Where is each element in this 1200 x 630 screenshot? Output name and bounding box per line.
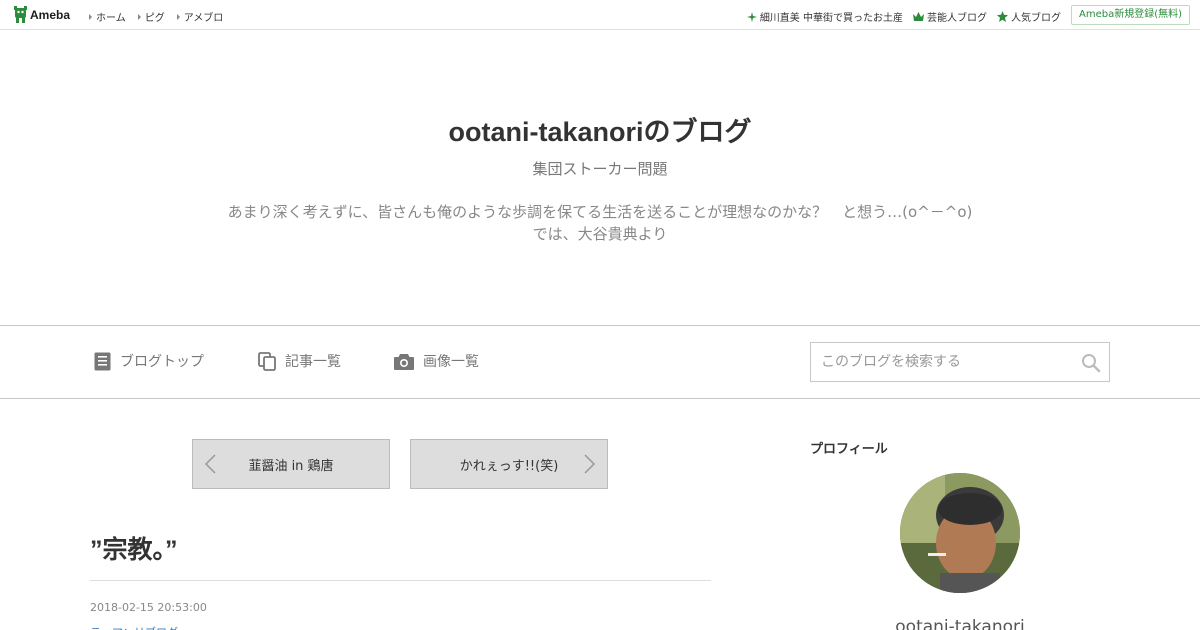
chevron-right-icon bbox=[584, 454, 596, 474]
logo-text: Ameba bbox=[30, 7, 71, 22]
nav-ameblo-label: アメブロ bbox=[183, 13, 224, 24]
star-icon bbox=[997, 11, 1008, 22]
next-article-label: かれぇっす!!(笑) bbox=[459, 458, 559, 474]
popular-blog-label: 人気ブログ bbox=[1011, 13, 1061, 24]
celebrity-blog-link[interactable]: 芸能人ブログ bbox=[913, 9, 987, 24]
blog-search-input[interactable] bbox=[811, 343, 1061, 381]
blog-search bbox=[810, 342, 1110, 382]
image-list-label: 画像一覧 bbox=[423, 354, 479, 370]
ameba-logo[interactable]: Ameba bbox=[14, 6, 70, 23]
ameba-logo-icon bbox=[14, 6, 27, 23]
global-header: Ameba ホーム ピグ アメブロ 細川直美 中華街で買ったお土産 芸能人ブログ… bbox=[0, 0, 1200, 30]
prev-article-button[interactable]: 韮醤油 in 鶏唐 bbox=[192, 439, 390, 489]
image-list-link[interactable]: 画像一覧 bbox=[394, 351, 479, 371]
sparkle-icon bbox=[746, 11, 757, 22]
blog-description-line: では、大谷貴典より bbox=[532, 225, 668, 243]
popular-blog-link[interactable]: 人気ブログ bbox=[997, 9, 1061, 24]
triangle-icon bbox=[137, 13, 141, 20]
blog-description-line: あまり深く考えずに、皆さんも俺のような歩調を保てる生活を送ることが理想なのかな？… bbox=[227, 203, 973, 221]
celebrity-blog-label: 芸能人ブログ bbox=[927, 13, 987, 24]
profile-name[interactable]: ootani-takanori bbox=[850, 617, 1070, 630]
divider bbox=[90, 580, 711, 581]
global-nav: ホーム ピグ アメブロ bbox=[89, 9, 235, 24]
triangle-icon bbox=[89, 13, 92, 20]
document-icon bbox=[94, 352, 111, 370]
article-theme-link[interactable]: テーマ：リブログ bbox=[90, 624, 178, 630]
search-icon[interactable] bbox=[1081, 353, 1101, 373]
triangle-icon bbox=[176, 13, 180, 20]
article-title[interactable]: ”宗教。” bbox=[90, 530, 178, 566]
nav-pigg-link[interactable]: ピグ bbox=[137, 9, 165, 24]
nav-home-link[interactable]: ホーム bbox=[89, 9, 126, 24]
blog-subtitle: 集団ストーカー問題 bbox=[532, 160, 668, 178]
header-right-links: 細川直美 中華街で買ったお土産 芸能人ブログ 人気ブログ bbox=[737, 9, 1061, 24]
camera-icon bbox=[394, 353, 414, 370]
article-list-label: 記事一覧 bbox=[285, 354, 341, 370]
crown-icon bbox=[913, 12, 924, 21]
article-date: 2018-02-15 20:53:00 bbox=[90, 601, 207, 614]
trending-topic-label: 細川直美 中華街で買ったお土産 bbox=[759, 13, 903, 24]
blog-top-link[interactable]: ブログトップ bbox=[94, 351, 204, 371]
article-list-link[interactable]: 記事一覧 bbox=[258, 351, 341, 371]
profile-photo bbox=[900, 473, 1020, 593]
prev-article-label: 韮醤油 in 鶏唐 bbox=[248, 458, 334, 474]
blog-description: あまり深く考えずに、皆さんも俺のような歩調を保てる生活を送ることが理想なのかな？… bbox=[200, 201, 1000, 245]
trending-topic-link[interactable]: 細川直美 中華街で買ったお土産 bbox=[746, 9, 903, 24]
blog-nav: ブログトップ 記事一覧 画像一覧 bbox=[0, 325, 1200, 399]
profile-heading: プロフィール bbox=[810, 442, 888, 457]
chevron-left-icon bbox=[204, 454, 216, 474]
blog-top-label: ブログトップ bbox=[120, 354, 204, 370]
next-article-button[interactable]: かれぇっす!!(笑) bbox=[410, 439, 608, 489]
copy-icon bbox=[258, 351, 276, 371]
avatar[interactable] bbox=[900, 473, 1020, 593]
signup-button[interactable]: Ameba新規登録(無料) bbox=[1070, 5, 1190, 25]
nav-home-label: ホーム bbox=[96, 13, 126, 24]
blog-title[interactable]: ootani-takanoriのブログ bbox=[0, 110, 1200, 149]
nav-ameblo-link[interactable]: アメブロ bbox=[176, 9, 224, 24]
nav-pigg-label: ピグ bbox=[144, 13, 165, 24]
